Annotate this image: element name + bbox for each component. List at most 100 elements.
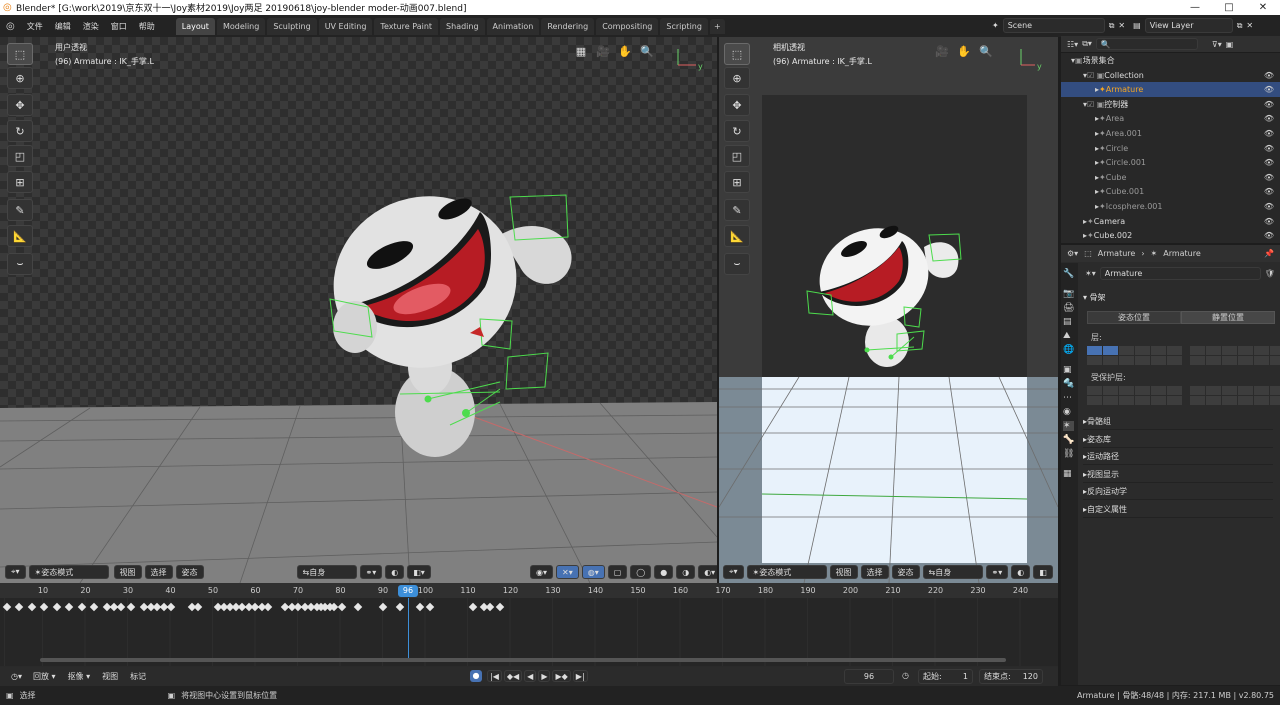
menu-playback[interactable]: 回放 ▾ [27, 671, 62, 682]
transform-tool[interactable]: ⊞ [7, 171, 33, 193]
outliner-search-input[interactable]: 🔍 [1095, 38, 1198, 50]
visibility-eye-icon[interactable]: 👁 [1264, 187, 1274, 196]
menu-keying[interactable]: 抠像 ▾ [62, 671, 97, 682]
bone-constraint-tab-icon[interactable]: ⛓ [1063, 449, 1074, 459]
modifier-tab-icon[interactable]: 🔩 [1063, 379, 1074, 389]
shading-rendered[interactable]: ◐▾ [698, 565, 717, 579]
menu-pose-right[interactable]: 姿态 [891, 565, 920, 579]
properties-section-header[interactable]: ▸ 反向运动学 [1083, 484, 1273, 500]
breadcrumb-data[interactable]: Armature [1163, 249, 1201, 258]
record-button[interactable]: ● [470, 670, 482, 682]
protected-layers-group-2[interactable] [1190, 386, 1280, 405]
tab-sculpting[interactable]: Sculpting [267, 17, 317, 35]
properties-section-header[interactable]: ▸ 自定义属性 [1083, 502, 1273, 518]
visibility-eye-icon[interactable]: 👁 [1264, 158, 1274, 167]
shading-wire[interactable]: ◯ [630, 565, 652, 579]
pose-brush-tool[interactable]: ⌣ [7, 253, 33, 275]
outliner-row[interactable]: ▸ ✦ Armature 👁 [1061, 82, 1280, 98]
current-frame-field[interactable]: 96 [844, 669, 894, 684]
proportional-toggle[interactable]: ◐ [385, 565, 405, 579]
visibility-eye-icon[interactable]: 👁 [1264, 144, 1274, 153]
properties-section-header[interactable]: ▸ 运动路径 [1083, 449, 1273, 465]
timeline[interactable]: 10 20 30 40 50 60 70 80 90 100 110 120 130 140 150 160 1… [0, 583, 1058, 686]
zoom-icon[interactable]: 🔍 [977, 43, 995, 61]
overlay-toggle[interactable]: ◍▾ [581, 565, 605, 579]
skeleton-panel-header[interactable]: ▾ 骨架 [1083, 289, 1106, 305]
filter-icon[interactable]: ⊽▾ [1212, 40, 1222, 49]
visibility-eye-icon[interactable]: 👁 [1264, 173, 1274, 182]
zoom-icon[interactable]: 🔍 [638, 43, 656, 61]
scale-tool[interactable]: ◰ [7, 145, 33, 167]
scale-tool-right[interactable]: ◰ [724, 145, 750, 167]
world-tab-icon[interactable]: 🌐 [1063, 345, 1074, 355]
outliner-row[interactable]: ▸ ✦ Circle 👁 [1061, 141, 1280, 156]
orientation-selector-right[interactable]: ⇆ 自身 [922, 565, 983, 579]
breadcrumb-object[interactable]: Armature [1098, 249, 1136, 258]
scene-selector[interactable]: Scene [1002, 18, 1105, 33]
outliner-row[interactable]: ▸ ✦ Cube 👁 [1061, 170, 1280, 185]
new-scene-icon[interactable]: ⧉ [1109, 21, 1115, 31]
camera-view-icon[interactable]: 🎥 [933, 43, 951, 61]
visibility-toggle[interactable]: ◉▾ [530, 565, 553, 579]
tab-scripting[interactable]: Scripting [660, 17, 708, 35]
view-layer-selector[interactable]: View Layer [1144, 18, 1233, 33]
visibility-eye-icon[interactable]: 👁 [1264, 100, 1274, 109]
measure-tool[interactable]: 📐 [7, 225, 33, 247]
armature-tab-icon[interactable]: ✶ [1063, 421, 1075, 431]
menu-select[interactable]: 选择 [144, 565, 173, 579]
grid-view-icon[interactable]: ▦ [572, 43, 590, 61]
next-key-icon[interactable]: ▶◆ [552, 670, 571, 682]
close-button[interactable]: ✕ [1246, 0, 1280, 15]
tab-uv-editing[interactable]: UV Editing [318, 17, 373, 35]
pivot-toggle-right[interactable]: ◧ [1033, 565, 1053, 579]
outliner-row[interactable]: ▸ ✦ Circle.001 👁 [1061, 155, 1280, 170]
gizmo-toggle[interactable]: ✕▾ [556, 565, 579, 579]
move-tool[interactable]: ✥ [7, 94, 33, 116]
rotate-tool-right[interactable]: ↻ [724, 120, 750, 142]
outliner-row[interactable]: ▸ ✦ Area 👁 [1061, 111, 1280, 126]
shading-material[interactable]: ◑ [676, 565, 696, 579]
current-frame-badge[interactable]: 96 [398, 585, 418, 597]
camera-view-icon[interactable]: 🎥 [594, 43, 612, 61]
maximize-button[interactable]: □ [1212, 0, 1246, 15]
scene-tab-icon[interactable]: ⛰ [1063, 331, 1074, 341]
menu-help[interactable]: 帮助 [133, 21, 161, 32]
blender-menu-icon[interactable]: ◎ [0, 21, 21, 32]
jump-start-icon[interactable]: |◀ [487, 670, 502, 682]
tool-tab-icon[interactable]: 🔧 [1063, 269, 1074, 279]
menu-pose[interactable]: 姿态 [175, 565, 204, 579]
timeline-editor-type[interactable]: ◷▾ [6, 670, 27, 684]
menu-timeline-view[interactable]: 视图 [96, 671, 124, 682]
protected-layers-group-1[interactable] [1087, 386, 1182, 405]
shading-solid[interactable]: ● [654, 565, 674, 579]
end-frame-field[interactable]: 结束点: 120 [979, 669, 1043, 684]
prev-key-icon[interactable]: ◆◀ [503, 670, 523, 682]
outliner-row[interactable]: ▸ ✦ Cube.001 👁 [1061, 184, 1280, 199]
visibility-eye-icon[interactable]: 👁 [1264, 85, 1274, 94]
properties-section-header[interactable]: ▸ 视图显示 [1083, 467, 1273, 483]
snap-toggle-right[interactable]: ⚭▾ [985, 565, 1009, 579]
pan-hand-icon[interactable]: ✋ [616, 43, 634, 61]
visibility-eye-icon[interactable]: 👁 [1264, 114, 1274, 123]
pan-hand-icon[interactable]: ✋ [955, 43, 973, 61]
properties-section-header[interactable]: ▸ 姿态库 [1083, 432, 1273, 448]
menu-file[interactable]: 文件 [21, 21, 49, 32]
menu-view[interactable]: 视图 [113, 565, 142, 579]
add-workspace-button[interactable]: + [709, 18, 725, 34]
pose-position-button[interactable]: 姿态位置 [1087, 311, 1181, 324]
axis-gizmo-left[interactable]: y [670, 47, 710, 73]
properties-editor-icon[interactable]: ⚙▾ [1067, 249, 1078, 258]
visibility-eye-icon[interactable]: 👁 [1264, 129, 1274, 138]
rotate-tool[interactable]: ↻ [7, 120, 33, 142]
play-icon[interactable]: ▶ [538, 670, 551, 682]
visibility-eye-icon[interactable]: 👁 [1264, 202, 1274, 211]
annotate-tool[interactable]: ✎ [7, 199, 33, 221]
proportional-toggle-right[interactable]: ◐ [1011, 565, 1031, 579]
tab-animation[interactable]: Animation [486, 17, 540, 35]
delete-scene-icon[interactable]: ✕ [1118, 21, 1125, 30]
mode-selector-right[interactable]: ✶ 姿态模式 [746, 565, 827, 579]
bone-layers-group-1[interactable] [1087, 346, 1182, 365]
output-tab-icon[interactable]: 🖨 [1063, 303, 1074, 313]
visibility-eye-icon[interactable]: 👁 [1264, 71, 1274, 80]
cursor-tool[interactable]: ⊕ [7, 67, 33, 89]
